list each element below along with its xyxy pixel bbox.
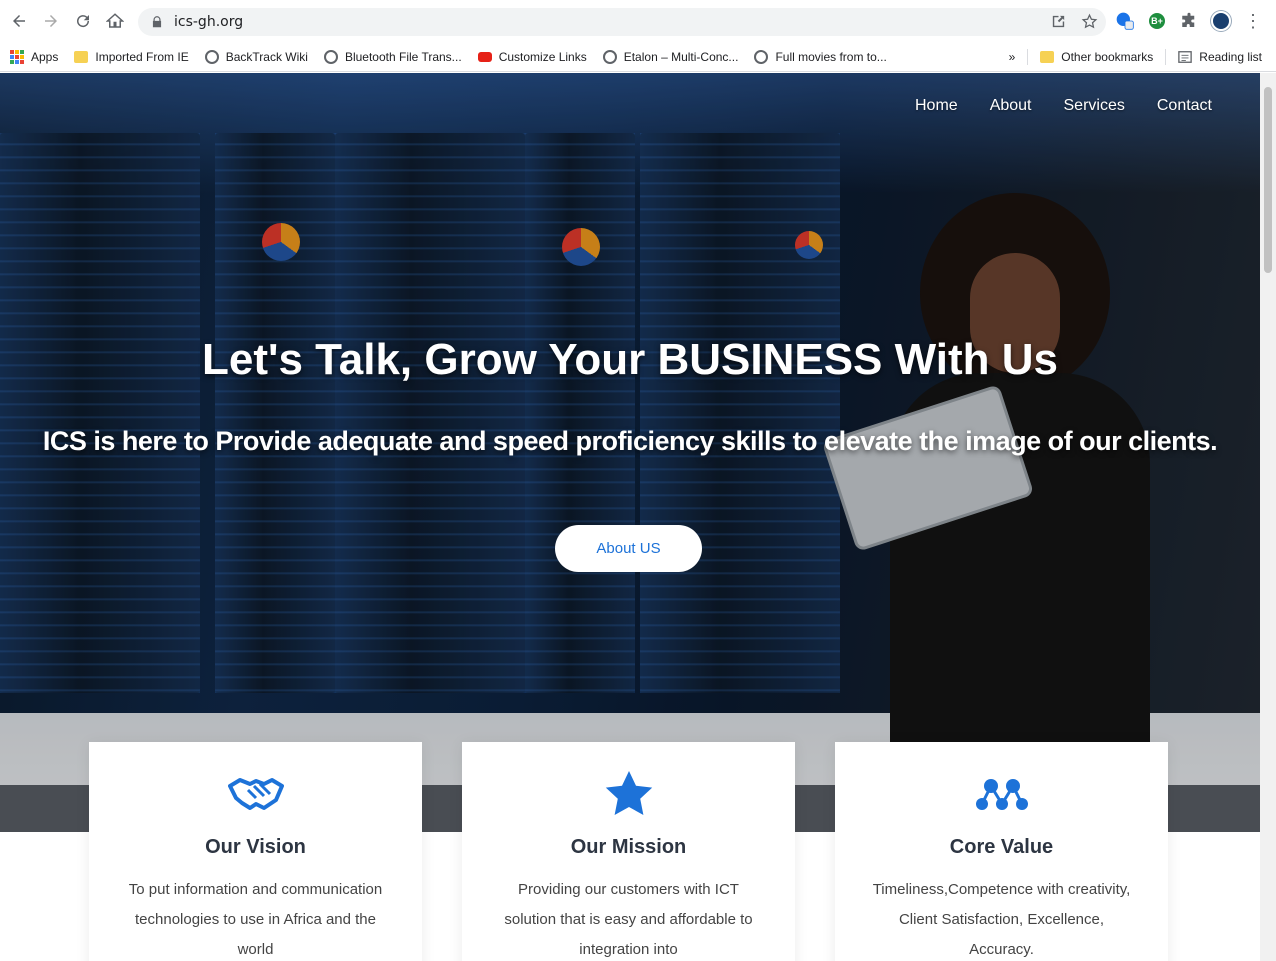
reading-list-icon	[1178, 51, 1193, 63]
bookmark-label: Customize Links	[498, 49, 587, 64]
card-text: To put information and communication tec…	[128, 881, 383, 958]
kebab-menu-icon[interactable]: ⋮	[1242, 10, 1264, 32]
bookmark-label: Full movies from to...	[775, 49, 887, 64]
address-bar[interactable]: ics-gh.org	[138, 8, 1106, 36]
other-bookmarks-label: Other bookmarks	[1061, 50, 1154, 64]
folder-icon	[1040, 51, 1055, 63]
forward-arrow-icon	[45, 15, 57, 27]
bookmarks-bar: Apps Imported From IE BackTrack Wiki Blu…	[0, 42, 1276, 72]
nav-home[interactable]: Home	[915, 97, 958, 115]
card-title: Our Vision	[205, 836, 306, 858]
bookmark-label: Etalon – Multi-Conc...	[623, 49, 739, 64]
scrollbar-thumb[interactable]	[1264, 87, 1272, 273]
bookmark-backtrack-wiki[interactable]: BackTrack Wiki	[197, 45, 316, 69]
core-value-card: Core Value Timeliness,Competence with cr…	[835, 742, 1168, 961]
divider	[1165, 49, 1167, 65]
hero-section: Home About Services Contact Let's Talk, …	[0, 73, 1260, 832]
forward-button[interactable]	[35, 5, 67, 37]
other-bookmarks[interactable]: Other bookmarks	[1032, 45, 1161, 69]
extension-translate-icon[interactable]	[1114, 10, 1136, 32]
browser-toolbar: ics-gh.org B+ ⋮	[0, 0, 1276, 42]
about-us-button[interactable]: About US	[555, 525, 702, 572]
bookmark-imported-from-ie[interactable]: Imported From IE	[66, 45, 196, 69]
home-icon	[106, 13, 124, 28]
bookmark-star-icon[interactable]	[1081, 13, 1098, 30]
nav-services[interactable]: Services	[1064, 97, 1125, 115]
page-scrollbar[interactable]	[1260, 73, 1276, 961]
handshake-icon	[89, 770, 422, 818]
card-title: Core Value	[949, 836, 1054, 858]
bookmark-full-movies[interactable]: Full movies from to...	[746, 45, 894, 69]
card-title: Our Mission	[570, 836, 687, 858]
globe-icon	[602, 49, 617, 64]
profile-avatar[interactable]	[1210, 10, 1232, 32]
bookmark-label: Bluetooth File Trans...	[344, 49, 462, 64]
nav-about[interactable]: About	[990, 97, 1032, 115]
share-icon[interactable]	[1050, 13, 1067, 30]
folder-icon	[74, 50, 89, 63]
vision-card: Our Vision To put information and commun…	[89, 742, 422, 961]
card-text: Providing our customers with ICT solutio…	[504, 881, 753, 958]
bookmarks-overflow-button[interactable]: »	[1001, 45, 1024, 69]
page-viewport: Home About Services Contact Let's Talk, …	[0, 73, 1276, 961]
globe-icon	[323, 49, 338, 64]
extension-badge-label: B+	[1149, 13, 1165, 29]
hero-title: Let's Talk, Grow Your BUSINESS With Us	[202, 335, 1058, 384]
youtube-icon	[477, 51, 492, 62]
lock-icon	[152, 16, 162, 28]
extensions-puzzle-icon[interactable]	[1178, 10, 1200, 32]
bookmark-customize-links[interactable]: Customize Links	[470, 45, 595, 69]
reload-icon	[77, 15, 90, 28]
back-button[interactable]	[3, 5, 35, 37]
bookmark-label: BackTrack Wiki	[225, 49, 308, 64]
reading-list-label: Reading list	[1199, 50, 1262, 64]
home-button[interactable]	[99, 5, 131, 37]
globe-icon	[754, 49, 769, 64]
bookmark-label: Apps	[31, 49, 59, 64]
main-nav: Home About Services Contact	[915, 97, 1212, 115]
bookmark-etalon[interactable]: Etalon – Multi-Conc...	[595, 45, 747, 69]
mission-card: Our Mission Providing our customers with…	[462, 742, 795, 961]
bookmark-apps[interactable]: Apps	[0, 45, 66, 69]
nav-contact[interactable]: Contact	[1157, 97, 1212, 115]
back-arrow-icon	[13, 15, 25, 27]
overflow-chevron-icon: »	[1008, 50, 1016, 64]
url-text: ics-gh.org	[174, 14, 244, 30]
globe-icon	[204, 49, 219, 64]
bookmark-bluetooth[interactable]: Bluetooth File Trans...	[316, 45, 470, 69]
apps-grid-icon	[10, 49, 24, 64]
bookmark-label: Imported From IE	[95, 49, 189, 64]
network-icon	[835, 770, 1168, 818]
hero-subtitle: ICS is here to Provide adequate and spee…	[42, 426, 1218, 456]
divider	[1027, 49, 1029, 65]
reading-list[interactable]: Reading list	[1170, 45, 1276, 69]
star-icon	[462, 770, 795, 818]
reload-button[interactable]	[67, 5, 99, 37]
card-text: Timeliness,Competence with creativity, C…	[872, 881, 1131, 958]
extension-badge-icon[interactable]: B+	[1146, 10, 1168, 32]
